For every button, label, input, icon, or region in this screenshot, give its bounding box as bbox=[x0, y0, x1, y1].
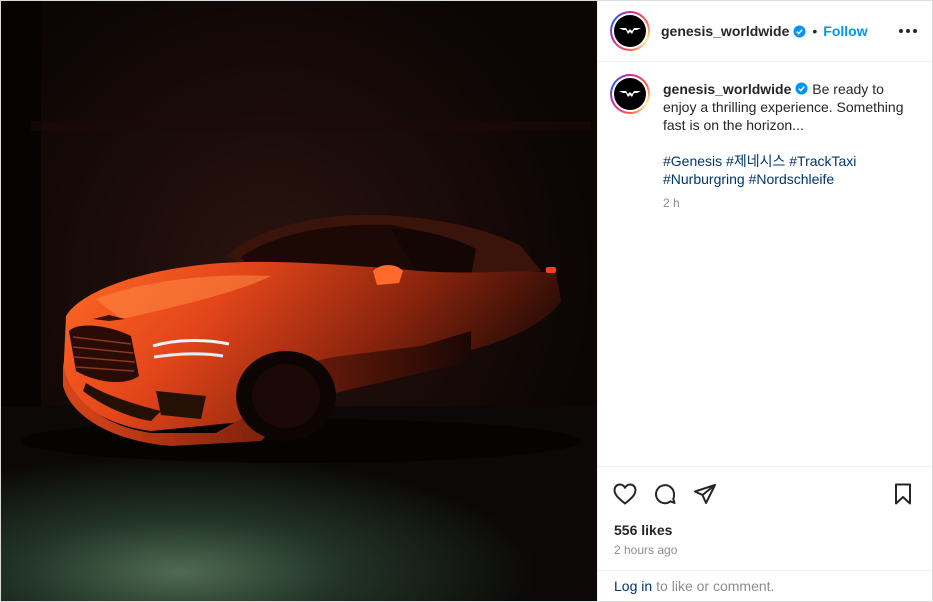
post-timestamp: 2 hours ago bbox=[614, 543, 678, 557]
caption-area: genesis_worldwide Be ready to enjoy a th… bbox=[598, 62, 932, 466]
action-bar bbox=[598, 466, 932, 520]
caption: genesis_worldwide Be ready to enjoy a th… bbox=[663, 80, 913, 466]
login-prompt: Log in to like or comment. bbox=[598, 570, 932, 601]
instagram-post: genesis_worldwide • Follow genesis_world… bbox=[0, 0, 933, 602]
login-link[interactable]: Log in bbox=[614, 578, 652, 594]
bookmark-icon[interactable] bbox=[888, 479, 918, 509]
login-suffix: to like or comment. bbox=[656, 578, 775, 594]
share-icon[interactable] bbox=[690, 479, 720, 509]
post-image[interactable] bbox=[1, 1, 597, 601]
genesis-logo-icon bbox=[619, 28, 641, 34]
hashtag-link[interactable]: #Nurburgring bbox=[663, 171, 745, 187]
hashtag-link[interactable]: #제네시스 bbox=[726, 153, 785, 169]
post-header: genesis_worldwide • Follow bbox=[598, 1, 932, 62]
post-side-panel: genesis_worldwide • Follow genesis_world… bbox=[597, 1, 932, 601]
verified-badge-icon bbox=[793, 24, 806, 38]
hashtag-link[interactable]: #Genesis bbox=[663, 153, 722, 169]
header-username[interactable]: genesis_worldwide bbox=[661, 23, 789, 39]
verified-badge-icon bbox=[795, 82, 808, 95]
caption-timestamp[interactable]: 2 h bbox=[663, 194, 913, 212]
caption-avatar[interactable] bbox=[610, 74, 650, 114]
header-separator: • bbox=[812, 23, 818, 39]
heart-icon[interactable] bbox=[610, 479, 640, 509]
more-options-icon[interactable] bbox=[898, 28, 918, 34]
avatar[interactable] bbox=[610, 11, 650, 51]
hashtag-link[interactable]: #Nordschleife bbox=[749, 171, 835, 187]
follow-button[interactable]: Follow bbox=[823, 23, 867, 39]
genesis-logo-icon bbox=[619, 91, 641, 97]
car-photo bbox=[1, 1, 597, 601]
hashtag-link[interactable]: #TrackTaxi bbox=[789, 153, 856, 169]
likes-count[interactable]: 556 likes bbox=[598, 520, 932, 540]
comment-icon[interactable] bbox=[650, 479, 680, 509]
hashtag-list: #Genesis #제네시스 #TrackTaxi #Nurburgring #… bbox=[663, 152, 913, 188]
caption-username[interactable]: genesis_worldwide bbox=[663, 81, 791, 97]
